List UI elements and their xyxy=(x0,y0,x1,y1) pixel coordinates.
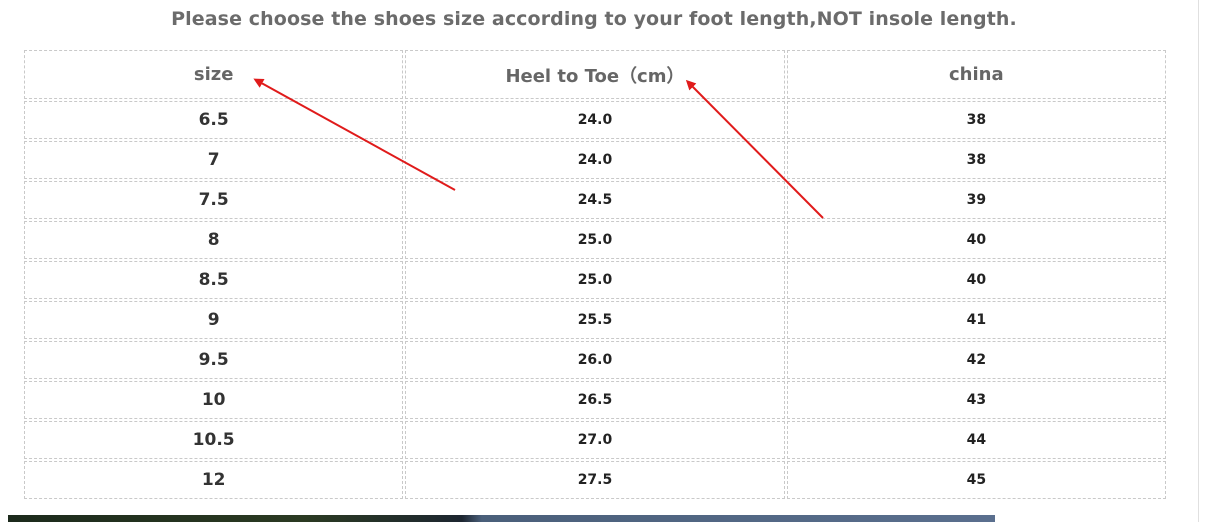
size-cell: 10.5 xyxy=(24,421,404,459)
china-size-cell: 38 xyxy=(786,141,1166,179)
table-row: 9 25.5 41 xyxy=(24,301,1166,339)
heel-to-toe-cell: 26.5 xyxy=(405,381,785,419)
table-row: 12 27.5 45 xyxy=(24,461,1166,499)
size-chart-table: size Heel to Toe（cm） china 6.5 24.0 38 7… xyxy=(22,48,1168,501)
china-size-cell: 43 xyxy=(786,381,1166,419)
heel-to-toe-cell: 26.0 xyxy=(405,341,785,379)
china-size-cell: 39 xyxy=(786,181,1166,219)
next-image-strip xyxy=(8,515,995,522)
table-row: 9.5 26.0 42 xyxy=(24,341,1166,379)
table-row: 8.5 25.0 40 xyxy=(24,261,1166,299)
size-cell: 7 xyxy=(24,141,404,179)
heel-to-toe-cell: 25.0 xyxy=(405,221,785,259)
size-cell: 12 xyxy=(24,461,404,499)
heel-to-toe-cell: 24.0 xyxy=(405,141,785,179)
table-row: 8 25.0 40 xyxy=(24,221,1166,259)
size-cell: 9.5 xyxy=(24,341,404,379)
size-cell: 10 xyxy=(24,381,404,419)
china-size-cell: 40 xyxy=(786,261,1166,299)
size-cell: 7.5 xyxy=(24,181,404,219)
size-cell: 8.5 xyxy=(24,261,404,299)
china-size-cell: 42 xyxy=(786,341,1166,379)
table-row: 6.5 24.0 38 xyxy=(24,101,1166,139)
size-chart-title: Please choose the shoes size according t… xyxy=(171,8,1017,30)
table-row: 10 26.5 43 xyxy=(24,381,1166,419)
china-size-cell: 38 xyxy=(786,101,1166,139)
header-size: size xyxy=(24,50,404,99)
china-size-cell: 44 xyxy=(786,421,1166,459)
heel-to-toe-cell: 25.5 xyxy=(405,301,785,339)
heel-to-toe-cell: 24.5 xyxy=(405,181,785,219)
size-cell: 6.5 xyxy=(24,101,404,139)
page-edge-divider xyxy=(1198,0,1199,522)
size-cell: 9 xyxy=(24,301,404,339)
china-size-cell: 41 xyxy=(786,301,1166,339)
size-cell: 8 xyxy=(24,221,404,259)
header-china: china xyxy=(786,50,1166,99)
heel-to-toe-cell: 24.0 xyxy=(405,101,785,139)
china-size-cell: 45 xyxy=(786,461,1166,499)
heel-to-toe-cell: 27.5 xyxy=(405,461,785,499)
table-row: 7.5 24.5 39 xyxy=(24,181,1166,219)
table-header-row: size Heel to Toe（cm） china xyxy=(24,50,1166,99)
heel-to-toe-cell: 25.0 xyxy=(405,261,785,299)
heel-to-toe-cell: 27.0 xyxy=(405,421,785,459)
header-heel-to-toe: Heel to Toe（cm） xyxy=(405,50,785,99)
table-row: 7 24.0 38 xyxy=(24,141,1166,179)
china-size-cell: 40 xyxy=(786,221,1166,259)
table-row: 10.5 27.0 44 xyxy=(24,421,1166,459)
